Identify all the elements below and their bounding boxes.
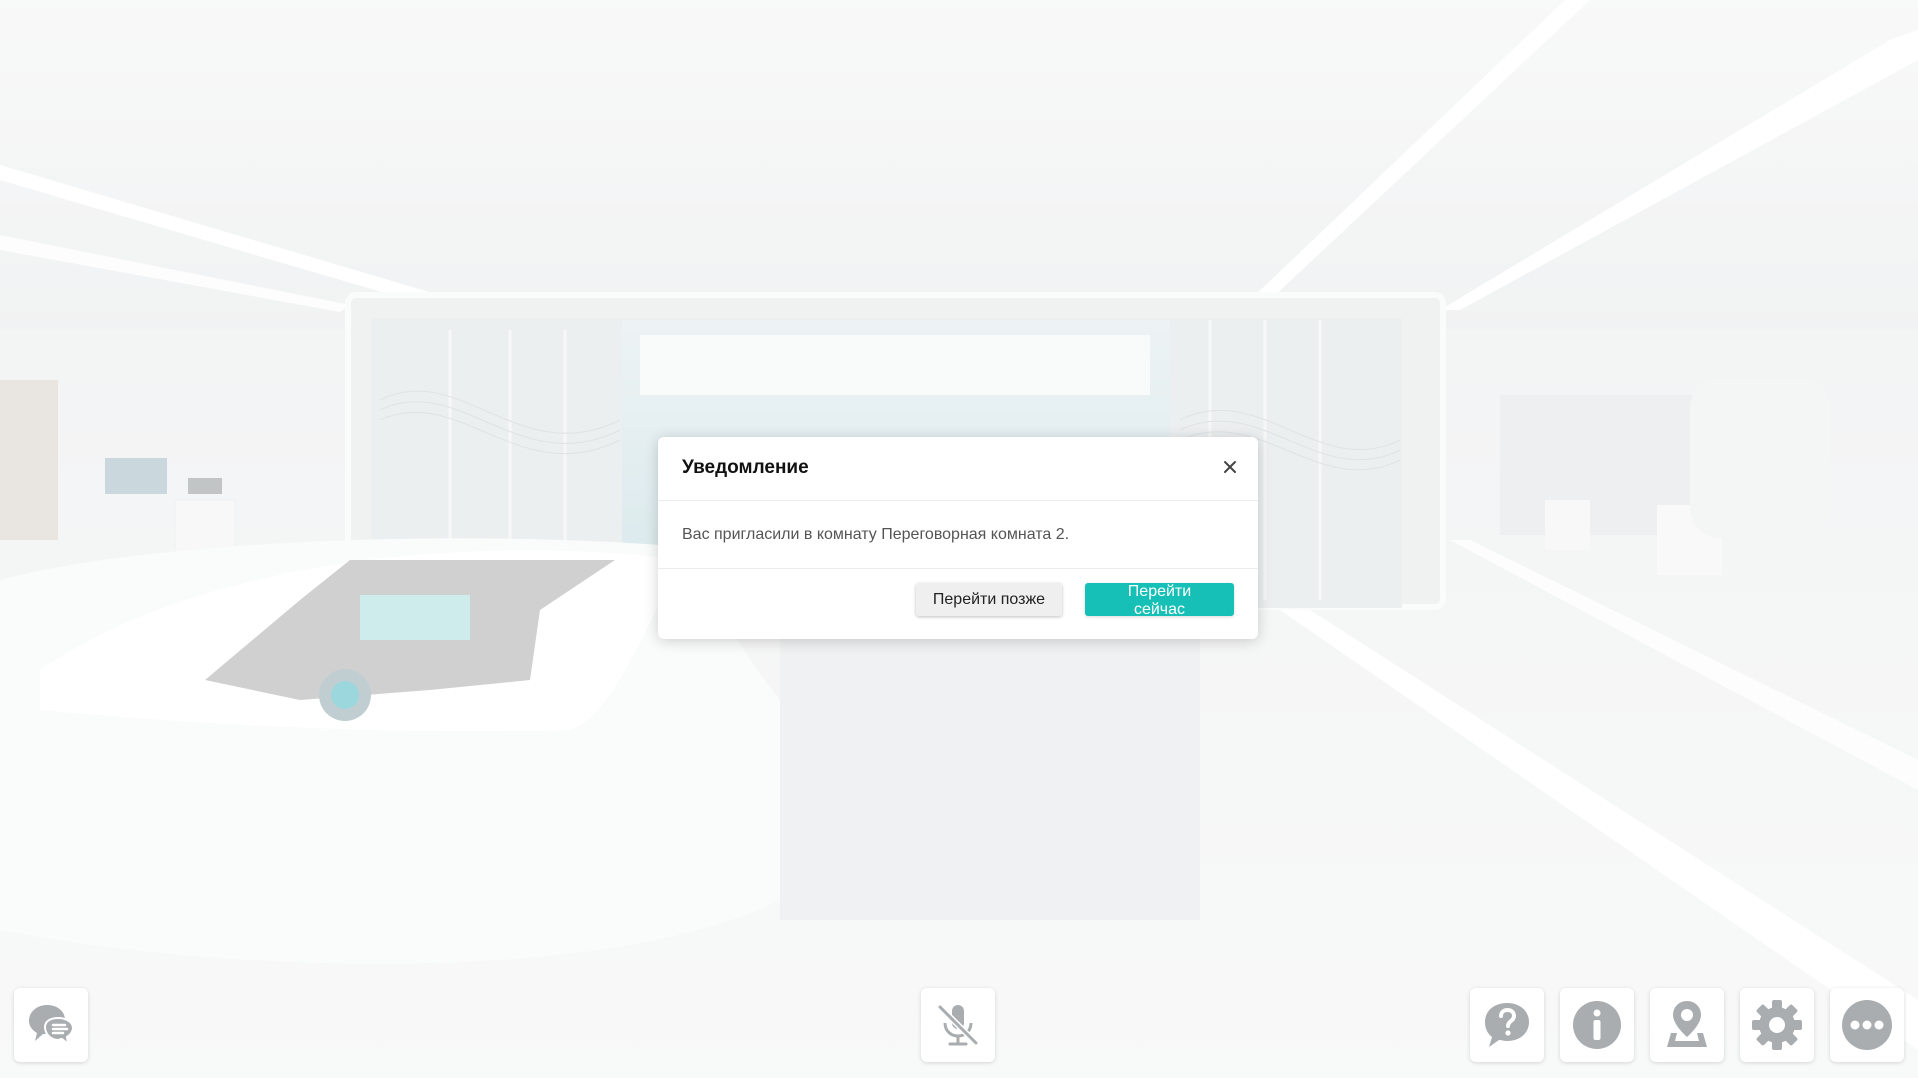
help-button[interactable] <box>1470 988 1544 1062</box>
dialog-footer: Перейти позже Перейти сейчас <box>658 569 1258 639</box>
location-button[interactable] <box>1650 988 1724 1062</box>
more-button[interactable] <box>1830 988 1904 1062</box>
microphone-toggle-button[interactable] <box>921 988 995 1062</box>
dialog-message: Вас пригласили в комнату Переговорная ко… <box>682 526 1070 543</box>
info-icon <box>1573 1001 1621 1049</box>
invitation-dialog: Уведомление Вас пригласили в комнату Пер… <box>658 437 1258 639</box>
microphone-muted-icon <box>937 1004 979 1046</box>
settings-button[interactable] <box>1740 988 1814 1062</box>
close-button[interactable] <box>1216 453 1244 481</box>
settings-icon <box>1752 1000 1802 1050</box>
chat-button[interactable] <box>14 988 88 1062</box>
go-now-button[interactable]: Перейти сейчас <box>1085 583 1234 618</box>
dialog-title: Уведомление <box>682 457 809 478</box>
dialog-body: Вас пригласили в комнату Переговорная ко… <box>658 501 1258 569</box>
help-icon <box>1485 1003 1529 1047</box>
dialog-header: Уведомление <box>658 437 1258 501</box>
chat-icon <box>29 1005 75 1047</box>
info-button[interactable] <box>1560 988 1634 1062</box>
map-pin-icon <box>1667 1001 1707 1047</box>
go-later-button[interactable]: Перейти позже <box>916 583 1062 616</box>
more-icon <box>1842 1000 1892 1050</box>
close-icon <box>1224 461 1236 473</box>
